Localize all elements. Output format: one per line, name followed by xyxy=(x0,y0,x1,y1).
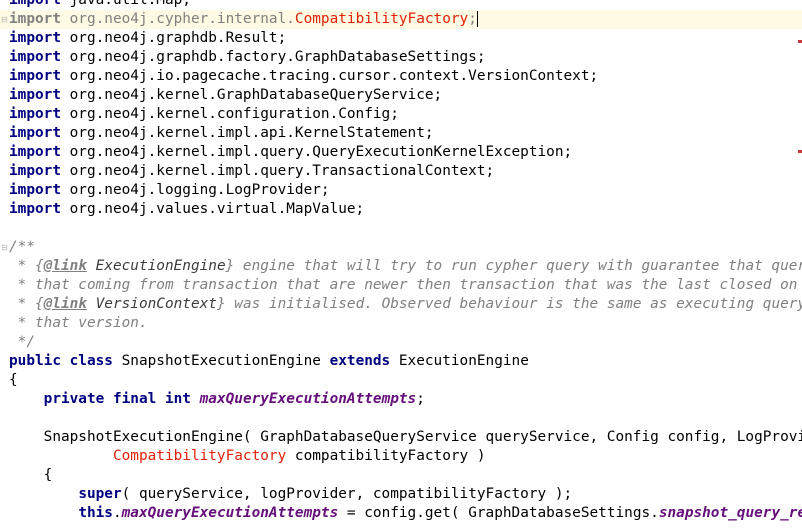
text-caret xyxy=(476,11,478,27)
fold-marker-icon[interactable]: ⊟ xyxy=(1,16,9,24)
code-line[interactable]: import org.neo4j.io.pagecache.tracing.cu… xyxy=(9,67,598,86)
code-token: { xyxy=(9,467,53,483)
code-line[interactable]: import org.neo4j.graphdb.factory.GraphDa… xyxy=(9,48,486,67)
code-token: import xyxy=(9,182,61,198)
code-token: import xyxy=(9,106,61,122)
code-token: import xyxy=(9,144,61,160)
code-token: VersionContext xyxy=(86,296,217,312)
code-line[interactable]: import org.neo4j.kernel.configuration.Co… xyxy=(9,105,399,124)
code-line[interactable]: /** xyxy=(9,238,35,257)
code-line[interactable]: import org.neo4j.logging.LogProvider; xyxy=(9,181,330,200)
code-token: import xyxy=(9,68,61,84)
code-token: org.neo4j.graphdb.Result; xyxy=(60,30,287,46)
code-token: compatibilityFactory ) xyxy=(286,448,486,464)
code-token: public class xyxy=(9,353,113,369)
code-token: { xyxy=(9,372,18,388)
code-line[interactable]: SnapshotExecutionEngine( GraphDatabaseQu… xyxy=(9,428,802,447)
code-line[interactable]: this.maxQueryExecutionAttempts = config.… xyxy=(9,504,802,523)
code-line[interactable]: { xyxy=(9,371,18,390)
code-token: this xyxy=(78,505,113,521)
code-token: org.neo4j.kernel.GraphDatabaseQueryServi… xyxy=(60,87,443,103)
code-line[interactable]: */ xyxy=(9,333,35,352)
code-token: /** xyxy=(9,239,35,255)
code-token: ; xyxy=(416,391,425,407)
code-line[interactable]: private final int maxQueryExecutionAttem… xyxy=(9,390,425,409)
code-token: ( queryService, logProvider, compatibili… xyxy=(121,486,573,502)
code-token: import xyxy=(9,49,61,65)
code-token: @link xyxy=(43,258,87,274)
code-token: = config.get( GraphDatabaseSettings. xyxy=(338,505,659,521)
code-token: CompatibilityFactory xyxy=(294,11,469,27)
code-token: maxQueryExecutionAttempts xyxy=(121,505,339,521)
code-line[interactable]: * that version. xyxy=(9,314,148,333)
code-token: * { xyxy=(9,296,44,312)
code-token: org.neo4j.kernel.impl.api.KernelStatemen… xyxy=(60,125,434,141)
code-token: import xyxy=(9,0,61,8)
code-line[interactable]: import org.neo4j.graphdb.Result; xyxy=(9,29,286,48)
code-token: extends xyxy=(329,353,391,369)
code-line[interactable]: import org.neo4j.kernel.impl.query.Trans… xyxy=(9,162,494,181)
code-token: snapshot_query_retries xyxy=(658,505,802,521)
code-token: org.neo4j.values.virtual.MapValue; xyxy=(60,201,365,217)
code-token: import xyxy=(9,11,61,27)
code-token: org.neo4j.kernel.impl.query.QueryExecuti… xyxy=(60,144,573,160)
code-line[interactable]: * that coming from transaction that are … xyxy=(9,276,802,295)
error-stripe-marker[interactable] xyxy=(798,40,802,43)
code-line[interactable]: CompatibilityFactory compatibilityFactor… xyxy=(9,447,486,466)
code-token: } engine that will try to run cypher que… xyxy=(225,258,802,274)
code-line[interactable]: import org.neo4j.kernel.GraphDatabaseQue… xyxy=(9,86,442,105)
code-token: import xyxy=(9,87,61,103)
code-token: import xyxy=(9,125,61,141)
code-token: CompatibilityFactory xyxy=(112,448,287,464)
code-token: } was initialised. Observed behaviour is… xyxy=(216,296,802,312)
code-token: org.neo4j.kernel.impl.query.Transactiona… xyxy=(60,163,495,179)
code-token: import xyxy=(9,163,61,179)
code-line[interactable]: super( queryService, logProvider, compat… xyxy=(9,485,572,504)
code-token: super xyxy=(78,486,122,502)
code-token: import xyxy=(9,30,61,46)
code-token: ExecutionEngine xyxy=(86,258,226,274)
code-line[interactable]: { xyxy=(9,466,53,485)
code-line[interactable]: import org.neo4j.cypher.internal.Compati… xyxy=(9,10,478,29)
code-line[interactable]: import org.neo4j.kernel.impl.query.Query… xyxy=(9,143,572,162)
code-token: java.util.Map; xyxy=(60,0,191,8)
code-token: * { xyxy=(9,258,44,274)
code-token: maxQueryExecutionAttempts xyxy=(199,391,417,407)
code-token: . xyxy=(112,505,122,521)
code-token: @link xyxy=(43,296,87,312)
error-stripe-marker[interactable] xyxy=(798,150,802,153)
code-token: * that coming from transaction that are … xyxy=(9,277,802,293)
code-line[interactable]: public class SnapshotExecutionEngine ext… xyxy=(9,352,529,371)
code-token: org.neo4j.kernel.configuration.Config; xyxy=(60,106,399,122)
code-line[interactable]: import org.neo4j.kernel.impl.api.KernelS… xyxy=(9,124,434,143)
code-token: ExecutionEngine xyxy=(390,353,529,369)
code-token: SnapshotExecutionEngine xyxy=(112,353,330,369)
code-line[interactable]: import java.util.Map; xyxy=(9,0,191,10)
code-token: org.neo4j.logging.LogProvider; xyxy=(60,182,330,198)
fold-marker-icon[interactable]: ⊟ xyxy=(1,244,9,252)
code-token: private final int xyxy=(43,391,191,407)
code-line[interactable]: * {@link VersionContext} was initialised… xyxy=(9,295,802,314)
code-token: SnapshotExecutionEngine( GraphDatabaseQu… xyxy=(9,429,802,445)
code-token: import xyxy=(9,201,61,217)
code-token: * that version. xyxy=(9,315,148,331)
code-token: ; xyxy=(468,11,477,27)
code-editor[interactable]: ⊟ ⊟ import java.util.Map; import org.neo4… xyxy=(0,0,802,531)
code-token: org.neo4j.io.pagecache.tracing.cursor.co… xyxy=(60,68,599,84)
code-token: org.neo4j.graphdb.factory.GraphDatabaseS… xyxy=(60,49,486,65)
code-token: */ xyxy=(9,334,35,350)
code-token: org.neo4j.cypher.internal. xyxy=(60,11,295,27)
code-line[interactable]: import org.neo4j.values.virtual.MapValue… xyxy=(9,200,364,219)
code-line[interactable]: * {@link ExecutionEngine} engine that wi… xyxy=(9,257,802,276)
